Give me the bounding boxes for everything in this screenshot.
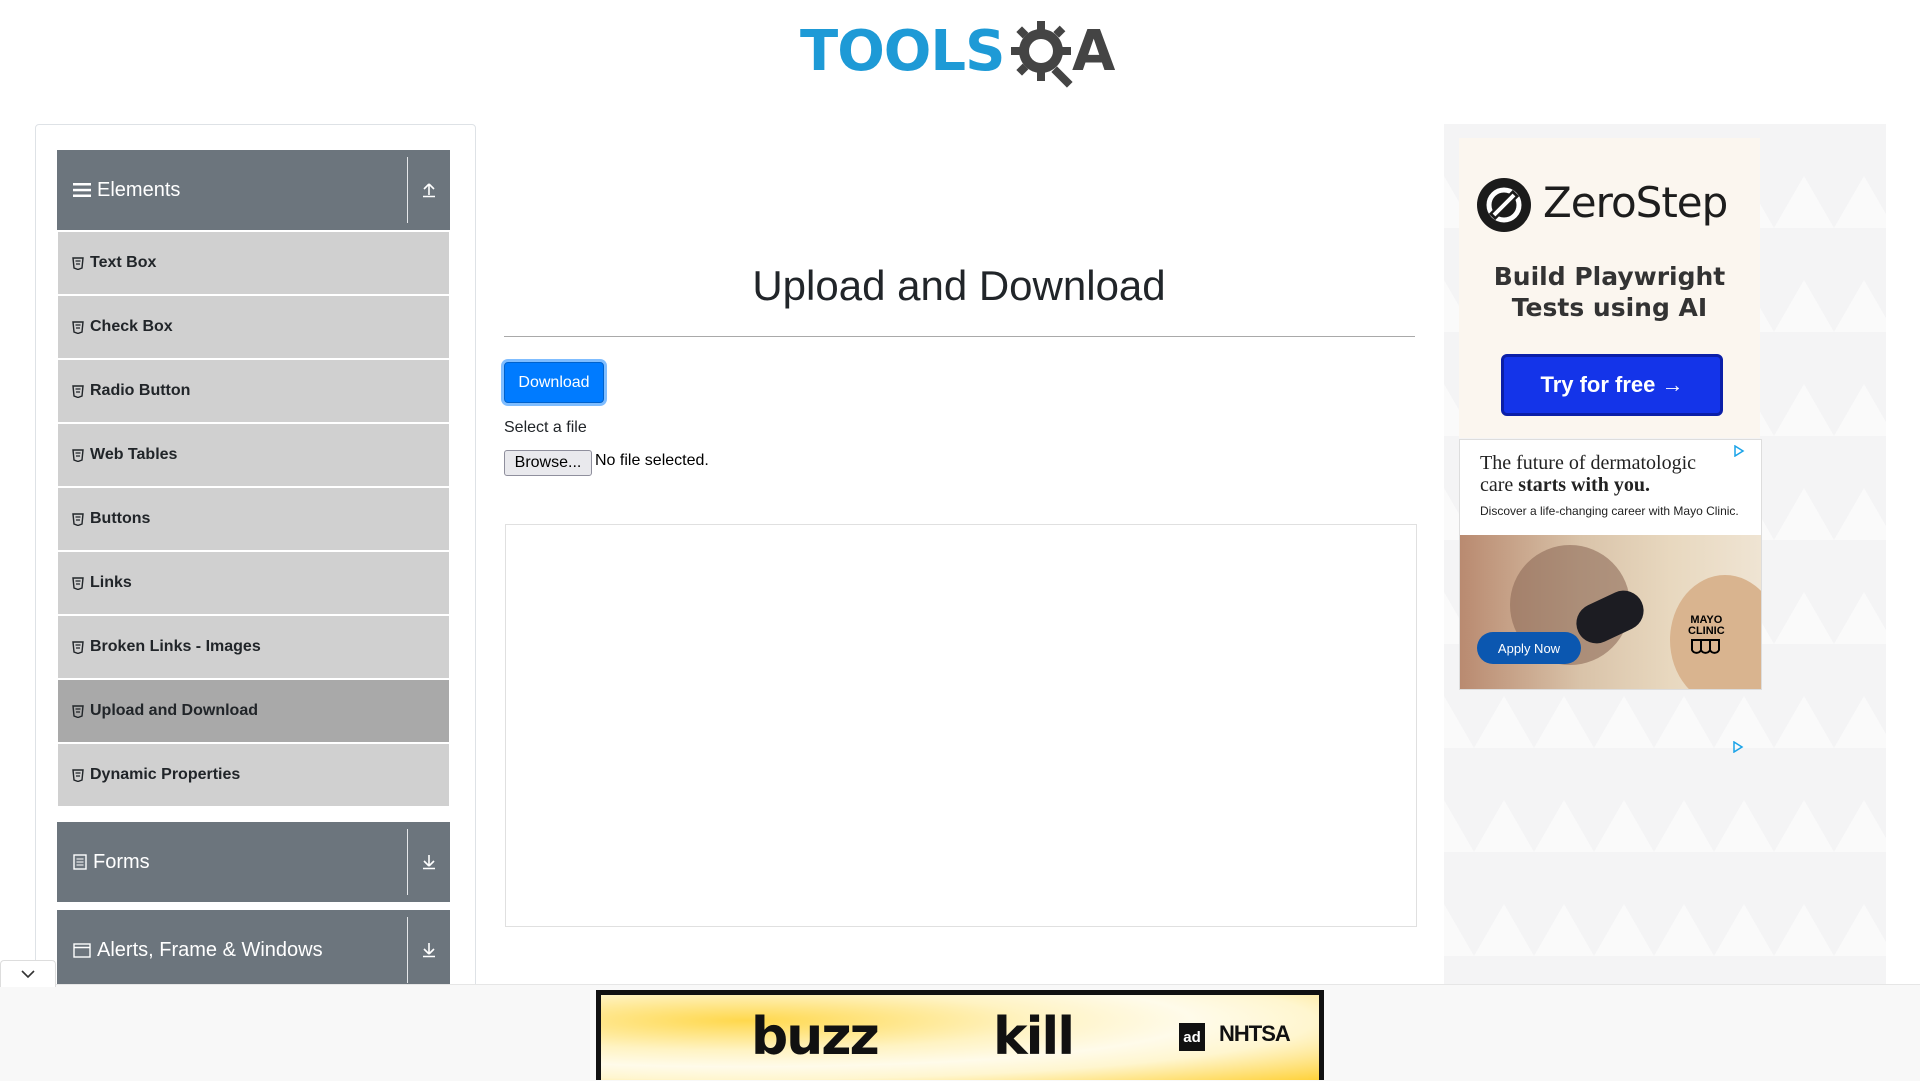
banner-background: buzz kill ad NHTSA [601,995,1319,1080]
html5-icon [72,256,84,270]
mayo-ad-image [1460,535,1761,689]
gear-magnifier-icon [1011,21,1073,88]
zerostep-brand: ZeroStep [1543,178,1728,227]
nhtsa-logo: NHTSA [1219,1021,1291,1046]
try-for-free-button[interactable]: Try for free → [1501,354,1723,416]
group-label: Alerts, Frame & Windows [97,938,323,961]
zerostep-ad[interactable]: ZeroStep Build Playwright Tests using AI… [1459,138,1760,438]
ad-council-logo: ad [1179,1023,1205,1051]
html5-icon [72,640,84,654]
html5-icon [72,704,84,718]
mayo-headline-line2: care starts with you. [1480,474,1696,496]
menu-item-label: Radio Button [90,382,191,399]
zerostep-tagline: Build Playwright Tests using AI [1459,261,1760,323]
banner-word: kill [993,1007,1075,1067]
menu-item-label: Broken Links - Images [90,638,261,655]
divider [504,336,1415,337]
chevron-down-icon [21,970,35,979]
form-icon [73,854,87,870]
menu-item-label: Check Box [90,318,173,335]
group-header-elements[interactable]: Elements [57,150,450,230]
menu-item-upload-and-download[interactable]: Upload and Download [58,680,449,742]
menu-item-label: Text Box [90,254,157,271]
mayo-headline-line: The future of dermatologic [1480,452,1697,474]
mayo-clinic-logo: MAYO CLINIC [1688,615,1725,664]
menu-item-label: Web Tables [90,446,178,463]
toolsqa-logo[interactable]: TOOLS A [800,14,1126,94]
html5-icon [72,448,84,462]
html5-icon [72,576,84,590]
menu-item-label: Upload and Download [90,702,258,719]
page-title: Upload and Download [752,262,1166,309]
left-sidebar: Elements Text Box Check Box Radio Button… [35,124,476,1002]
menu-item-broken-links-images[interactable]: Broken Links - Images [58,616,449,678]
mayo-subline: Discover a life-changing career with May… [1480,504,1739,518]
menu-item-check-box[interactable]: Check Box [58,296,449,358]
mayo-headline-plain: care [1480,474,1519,496]
banner-word: buzz [751,1007,880,1067]
browse-file-button[interactable]: Browse... [504,450,592,476]
adchoices-icon[interactable] [1732,444,1746,458]
mayo-clinic-ad[interactable]: The future of dermatologic care starts w… [1459,439,1762,690]
menu-item-label: Buttons [90,510,151,527]
zerostep-tagline-line: Tests using AI [1511,293,1708,322]
menu-item-label: Links [90,574,132,591]
download-button[interactable]: Download [504,362,604,403]
zerostep-tagline-line: Build Playwright [1493,262,1726,291]
menu-item-text-box[interactable]: Text Box [58,232,449,294]
menu-item-links[interactable]: Links [58,552,449,614]
logo-text-a: A [1072,19,1116,84]
arrow-up-icon[interactable] [408,150,450,230]
apply-now-button[interactable]: Apply Now [1477,632,1581,664]
mayo-headline: The future of dermatologic care starts w… [1480,452,1696,496]
html5-icon [72,384,84,398]
mayo-brand-line: CLINIC [1688,625,1725,637]
file-status-text: No file selected. [595,452,709,469]
mayo-shield-icon [1691,639,1721,654]
buzzkill-banner-ad[interactable]: buzz kill ad NHTSA [596,990,1324,1080]
mayo-headline-bold: starts with you. [1518,474,1650,496]
window-icon [73,942,91,958]
arrow-down-icon[interactable] [408,910,450,990]
group-header-forms[interactable]: Forms [57,822,450,902]
select-file-label: Select a file [504,419,587,436]
menu-item-dynamic-properties[interactable]: Dynamic Properties [58,744,449,806]
html5-icon [72,768,84,782]
arrow-down-icon[interactable] [408,822,450,902]
menu-item-web-tables[interactable]: Web Tables [58,424,449,486]
group-label: Forms [93,850,150,873]
menu-item-buttons[interactable]: Buttons [58,488,449,550]
collapse-ad-button[interactable] [0,960,56,987]
hamburger-icon [73,183,91,197]
logo-text: TOOLS [800,19,1005,84]
group-label: Elements [97,178,181,201]
upload-result-panel [505,524,1417,927]
html5-icon [72,320,84,334]
zerostep-logo-icon [1477,178,1531,232]
menu-item-radio-button[interactable]: Radio Button [58,360,449,422]
html5-icon [72,512,84,526]
group-header-alerts-frame-windows[interactable]: Alerts, Frame & Windows [57,910,450,990]
menu-item-label: Dynamic Properties [90,766,241,783]
adchoices-icon[interactable] [1731,740,1745,754]
